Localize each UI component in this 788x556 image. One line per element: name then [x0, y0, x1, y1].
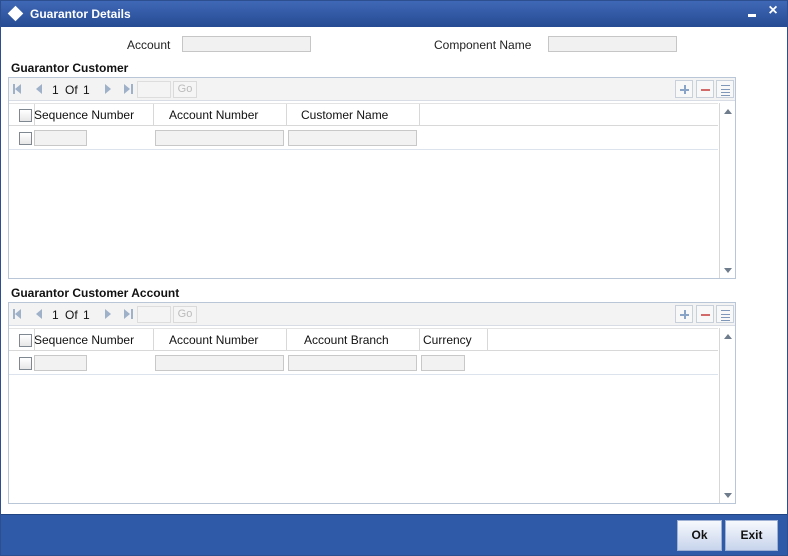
last-page-icon[interactable] — [124, 84, 133, 94]
minus-icon[interactable] — [696, 80, 714, 98]
guarantor-customer-pagination: 1 Of 1 Go — [9, 78, 735, 101]
currency-input[interactable] — [421, 355, 465, 371]
account-field[interactable] — [182, 36, 311, 52]
titlebar: Guarantor Details × — [1, 1, 787, 27]
total-pages: 1 — [83, 83, 90, 97]
account-number-header: Account Number — [169, 333, 259, 347]
minimize-icon[interactable] — [745, 4, 761, 22]
go-button[interactable]: Go — [173, 306, 197, 323]
column-divider — [419, 329, 420, 351]
plus-icon[interactable] — [675, 80, 693, 98]
next-page-icon[interactable] — [105, 309, 111, 319]
next-page-icon[interactable] — [105, 84, 111, 94]
guarantor-customer-account-title: Guarantor Customer Account — [11, 286, 180, 300]
column-divider — [487, 329, 488, 351]
close-icon[interactable]: × — [765, 3, 781, 22]
guarantor-customer-grid: 1 Of 1 Go Sequence Number Account Number… — [8, 77, 736, 279]
scroll-up-icon[interactable] — [724, 334, 732, 339]
row-checkbox[interactable] — [19, 357, 32, 370]
previous-page-icon[interactable] — [36, 84, 42, 94]
component-name-field[interactable] — [548, 36, 677, 52]
window-diamond-icon — [7, 5, 24, 22]
first-page-icon[interactable] — [13, 309, 21, 319]
account-number-input[interactable] — [155, 355, 284, 371]
account-number-input[interactable] — [155, 130, 284, 146]
list-icon[interactable] — [716, 305, 734, 323]
guarantor-details-window: Guarantor Details × Account Component Na… — [0, 0, 788, 556]
column-divider — [153, 329, 154, 351]
previous-page-icon[interactable] — [36, 309, 42, 319]
exit-button[interactable]: Exit — [725, 520, 778, 551]
guarantor-customer-scrollbar[interactable] — [719, 103, 735, 278]
table-row — [9, 351, 718, 375]
sequence-number-header: Sequence Number — [34, 333, 135, 347]
footer-bar: Ok Exit — [1, 514, 787, 555]
current-page: 1 — [52, 83, 59, 97]
of-label: Of — [65, 308, 78, 322]
page-number-input[interactable] — [137, 306, 171, 323]
page-number-input[interactable] — [137, 81, 171, 98]
guarantor-customer-title: Guarantor Customer — [11, 61, 129, 75]
select-all-checkbox[interactable] — [19, 334, 32, 347]
row-checkbox[interactable] — [19, 132, 32, 145]
window-title: Guarantor Details — [30, 7, 131, 21]
scroll-down-icon[interactable] — [724, 268, 732, 273]
column-divider — [286, 329, 287, 351]
column-divider — [153, 104, 154, 126]
sequence-number-input[interactable] — [34, 130, 87, 146]
guarantor-customer-account-header: Sequence Number Account Number Account B… — [9, 328, 718, 351]
customer-name-header: Customer Name — [301, 108, 389, 122]
column-divider — [286, 104, 287, 126]
sequence-number-header: Sequence Number — [34, 108, 135, 122]
scroll-down-icon[interactable] — [724, 493, 732, 498]
guarantor-customer-account-grid: 1 Of 1 Go Sequence Number Account Number… — [8, 302, 736, 504]
guarantor-customer-header: Sequence Number Account Number Customer … — [9, 103, 718, 126]
ok-button[interactable]: Ok — [677, 520, 722, 551]
account-branch-input[interactable] — [288, 355, 417, 371]
list-icon[interactable] — [716, 80, 734, 98]
sequence-number-input[interactable] — [34, 355, 87, 371]
go-button[interactable]: Go — [173, 81, 197, 98]
last-page-icon[interactable] — [124, 309, 133, 319]
column-divider — [419, 104, 420, 126]
total-pages: 1 — [83, 308, 90, 322]
plus-icon[interactable] — [675, 305, 693, 323]
select-all-checkbox[interactable] — [19, 109, 32, 122]
guarantor-customer-account-pagination: 1 Of 1 Go — [9, 303, 735, 326]
guarantor-customer-account-scrollbar[interactable] — [719, 328, 735, 503]
component-name-label: Component Name — [434, 38, 532, 52]
of-label: Of — [65, 83, 78, 97]
currency-header: Currency — [423, 333, 472, 347]
account-number-header: Account Number — [169, 108, 259, 122]
table-row — [9, 126, 718, 150]
current-page: 1 — [52, 308, 59, 322]
minus-icon[interactable] — [696, 305, 714, 323]
account-label: Account — [127, 38, 171, 52]
account-branch-header: Account Branch — [304, 333, 389, 347]
scroll-up-icon[interactable] — [724, 109, 732, 114]
customer-name-input[interactable] — [288, 130, 417, 146]
minimize-bar — [748, 14, 756, 17]
first-page-icon[interactable] — [13, 84, 21, 94]
